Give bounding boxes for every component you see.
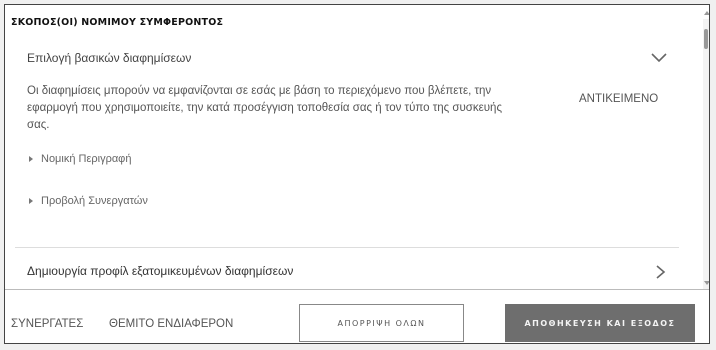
chevron-right-icon[interactable]	[653, 263, 667, 281]
view-partners-label: Προβολή Συνεργατών	[41, 195, 148, 207]
scroll-up-arrow-icon[interactable]	[704, 11, 709, 15]
scrollbar-track[interactable]	[703, 19, 709, 289]
legal-description-expander[interactable]: Νομική Περιγραφή	[29, 153, 131, 165]
section-divider	[15, 247, 679, 248]
chevron-down-icon[interactable]	[649, 51, 669, 65]
reject-all-button[interactable]: ΑΠΟΡΡΙΨΗ ΟΛΩΝ	[299, 304, 464, 342]
purpose-title-personalised-profile[interactable]: Δημιουργία προφίλ εξατομικευμένων διαφημ…	[27, 264, 293, 278]
legitimate-interest-link[interactable]: ΘΕΜΙΤΟ ΕΝΔΙΑΦΕΡΟΝ	[109, 318, 233, 330]
section-header-title: ΣΚΟΠΟΣ(ΟΙ) ΝΟΜΙΜΟΥ ΣΥΜΦΕΡΟΝΤΟΣ	[11, 17, 224, 28]
dialog-footer: ΣΥΝΕΡΓΑΤΕΣ ΘΕΜΙΤΟ ΕΝΔΙΑΦΕΡΟΝ ΑΠΟΡΡΙΨΗ ΟΛ…	[5, 289, 709, 343]
legal-description-label: Νομική Περιγραφή	[41, 153, 132, 165]
scroll-down-arrow-icon[interactable]	[704, 281, 709, 285]
triangle-right-icon	[29, 156, 33, 162]
partners-link[interactable]: ΣΥΝΕΡΓΑΤΕΣ	[11, 318, 83, 330]
triangle-right-icon	[29, 198, 33, 204]
view-partners-expander[interactable]: Προβολή Συνεργατών	[29, 195, 148, 207]
purpose-description: Οι διαφημίσεις μπορούν να εμφανίζονται σ…	[27, 85, 502, 131]
purposes-scroll-area[interactable]: ΣΚΟΠΟΣ(ΟΙ) ΝΟΜΙΜΟΥ ΣΥΜΦΕΡΟΝΤΟΣ Επιλογή β…	[5, 5, 703, 288]
scrollbar-thumb[interactable]	[704, 29, 708, 49]
consent-dialog: ΣΚΟΠΟΣ(ΟΙ) ΝΟΜΙΜΟΥ ΣΥΜΦΕΡΟΝΤΟΣ Επιλογή β…	[4, 4, 710, 344]
save-and-exit-button[interactable]: ΑΠΟΘΗΚΕΥΣΗ ΚΑΙ ΕΞΟΔΟΣ	[505, 304, 695, 342]
purpose-title-basic-ads[interactable]: Επιλογή βασικών διαφημίσεων	[27, 51, 191, 65]
object-status-toggle[interactable]: ΑΝΤΙΚΕΙΜΕΝΟ	[579, 93, 658, 105]
